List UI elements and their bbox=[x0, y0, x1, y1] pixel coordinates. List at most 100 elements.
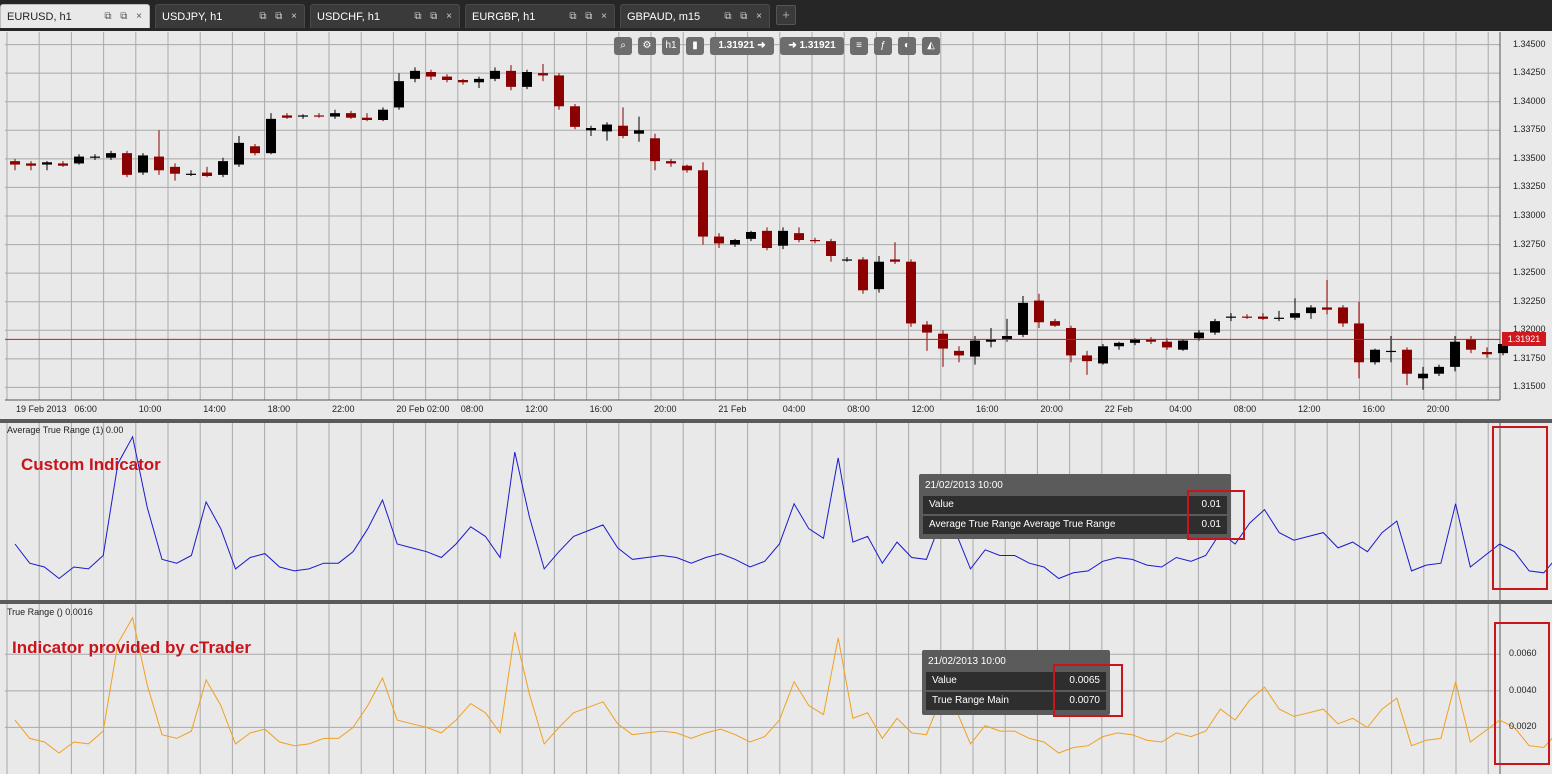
candle bbox=[1226, 316, 1236, 318]
candle bbox=[362, 117, 372, 120]
price-chart[interactable] bbox=[5, 32, 1552, 419]
tooltip-row-name: True Range Main bbox=[932, 695, 1009, 706]
price-tick-label: 1.34000 bbox=[1513, 95, 1546, 106]
time-tick-label: 10:00 bbox=[138, 404, 162, 414]
atr-panel bbox=[5, 423, 1552, 600]
candle bbox=[890, 259, 900, 262]
tab-gbpaud[interactable]: GBPAUD, m15 ⧉ ⧉ × bbox=[620, 4, 770, 28]
candle bbox=[1434, 366, 1444, 374]
time-tick-label: 20 Feb 02:00 bbox=[396, 404, 450, 414]
candle bbox=[794, 233, 804, 240]
candle bbox=[1066, 328, 1076, 356]
price-tick-label: 1.31500 bbox=[1513, 381, 1546, 392]
drawing-icon[interactable]: ◭ bbox=[922, 37, 940, 55]
highlight-box bbox=[1492, 426, 1548, 590]
candle bbox=[426, 72, 436, 77]
sell-price: 1.31921 bbox=[718, 40, 755, 51]
candle bbox=[1242, 316, 1252, 318]
candle bbox=[1306, 307, 1316, 314]
time-tick-label: 12:00 bbox=[911, 404, 935, 414]
tab-controls-icon[interactable]: ⧉ ⧉ × bbox=[259, 5, 300, 29]
price-tick-label: 1.33250 bbox=[1513, 181, 1546, 192]
sell-arrow-icon: ➜ bbox=[757, 40, 766, 51]
indicator-icon[interactable]: ƒ bbox=[874, 37, 892, 55]
candle bbox=[234, 142, 244, 165]
timeframe-button[interactable]: h1 bbox=[662, 37, 680, 55]
candle bbox=[1018, 302, 1028, 335]
candle bbox=[538, 73, 548, 76]
zoom-icon[interactable]: ⌕ bbox=[614, 37, 632, 55]
candle bbox=[458, 80, 468, 83]
candle bbox=[602, 124, 612, 132]
candle bbox=[106, 153, 116, 158]
tab-controls-icon[interactable]: ⧉ ⧉ × bbox=[569, 5, 610, 29]
tab-controls-icon[interactable]: ⧉ ⧉ × bbox=[104, 5, 145, 29]
candle bbox=[202, 172, 212, 176]
candle bbox=[330, 113, 340, 117]
candle bbox=[1370, 349, 1380, 363]
buy-price-button[interactable]: ➜ 1.31921 bbox=[780, 37, 844, 55]
candle bbox=[122, 153, 132, 175]
tab-label: EURGBP, h1 bbox=[472, 11, 536, 23]
candle bbox=[1098, 346, 1108, 364]
sell-price-button[interactable]: 1.31921 ➜ bbox=[710, 37, 774, 55]
atr-title: Average True Range (1) 0.00 bbox=[7, 425, 124, 435]
price-tick-label: 1.34250 bbox=[1513, 67, 1546, 78]
tab-label: USDCHF, h1 bbox=[317, 11, 380, 23]
candle bbox=[730, 240, 740, 245]
candle bbox=[266, 118, 276, 154]
candle bbox=[1338, 307, 1348, 324]
candle bbox=[1034, 300, 1044, 323]
tooltip-row-name: Average True Range Average True Range bbox=[929, 519, 1116, 530]
candle bbox=[666, 161, 676, 164]
candle bbox=[250, 146, 260, 154]
list-icon[interactable]: ≡ bbox=[850, 37, 868, 55]
candle bbox=[1178, 340, 1188, 350]
tooltip-date: 21/02/2013 10:00 bbox=[925, 480, 1003, 491]
candle bbox=[74, 156, 84, 164]
tab-usdchf[interactable]: USDCHF, h1 ⧉ ⧉ × bbox=[310, 4, 460, 28]
price-tick-label: 1.32500 bbox=[1513, 267, 1546, 278]
candle bbox=[858, 259, 868, 291]
tab-eurusd[interactable]: EURUSD, h1 ⧉ ⧉ × bbox=[0, 4, 150, 28]
tab-label: GBPAUD, m15 bbox=[627, 11, 701, 23]
candle bbox=[506, 70, 516, 87]
candle bbox=[298, 115, 308, 117]
tab-controls-icon[interactable]: ⧉ ⧉ × bbox=[414, 5, 455, 29]
candle bbox=[1162, 341, 1172, 348]
add-tab-button[interactable]: + bbox=[776, 5, 796, 25]
custom-indicator-label: Custom Indicator bbox=[21, 455, 161, 474]
chart-settings-icon[interactable]: ⚙ bbox=[638, 37, 656, 55]
candle bbox=[1050, 321, 1060, 326]
candle bbox=[746, 232, 756, 239]
highlight-box bbox=[1494, 622, 1550, 765]
plot-background bbox=[5, 423, 1500, 600]
time-tick-label: 19 Feb 2013 bbox=[16, 404, 67, 414]
price-tick-label: 1.31750 bbox=[1513, 352, 1546, 363]
tab-label: USDJPY, h1 bbox=[162, 11, 223, 23]
candle bbox=[218, 161, 228, 175]
price-tick-label: 1.32250 bbox=[1513, 295, 1546, 306]
true-range-panel bbox=[5, 604, 1552, 774]
candle bbox=[842, 259, 852, 261]
buy-price: 1.31921 bbox=[799, 40, 836, 51]
candlestick-icon[interactable]: ▮ bbox=[686, 37, 704, 55]
tab-usdjpy[interactable]: USDJPY, h1 ⧉ ⧉ × bbox=[155, 4, 305, 28]
time-tick-label: 14:00 bbox=[203, 404, 226, 414]
candle bbox=[1322, 307, 1332, 310]
candle bbox=[170, 166, 180, 174]
candle bbox=[1130, 339, 1140, 343]
objects-icon[interactable]: ◐ bbox=[898, 37, 916, 55]
time-tick-label: 20:00 bbox=[1426, 404, 1450, 414]
price-tick-label: 1.33500 bbox=[1513, 152, 1546, 163]
candle bbox=[1466, 339, 1476, 350]
candle bbox=[1258, 316, 1268, 319]
plot-background bbox=[5, 604, 1500, 774]
candle bbox=[154, 156, 164, 171]
tab-controls-icon[interactable]: ⧉ ⧉ × bbox=[724, 5, 765, 29]
time-tick-label: 20:00 bbox=[1040, 404, 1063, 414]
candle bbox=[762, 230, 772, 248]
candle bbox=[570, 106, 580, 127]
time-tick-label: 12:00 bbox=[1298, 404, 1321, 414]
tab-eurgbp[interactable]: EURGBP, h1 ⧉ ⧉ × bbox=[465, 4, 615, 28]
